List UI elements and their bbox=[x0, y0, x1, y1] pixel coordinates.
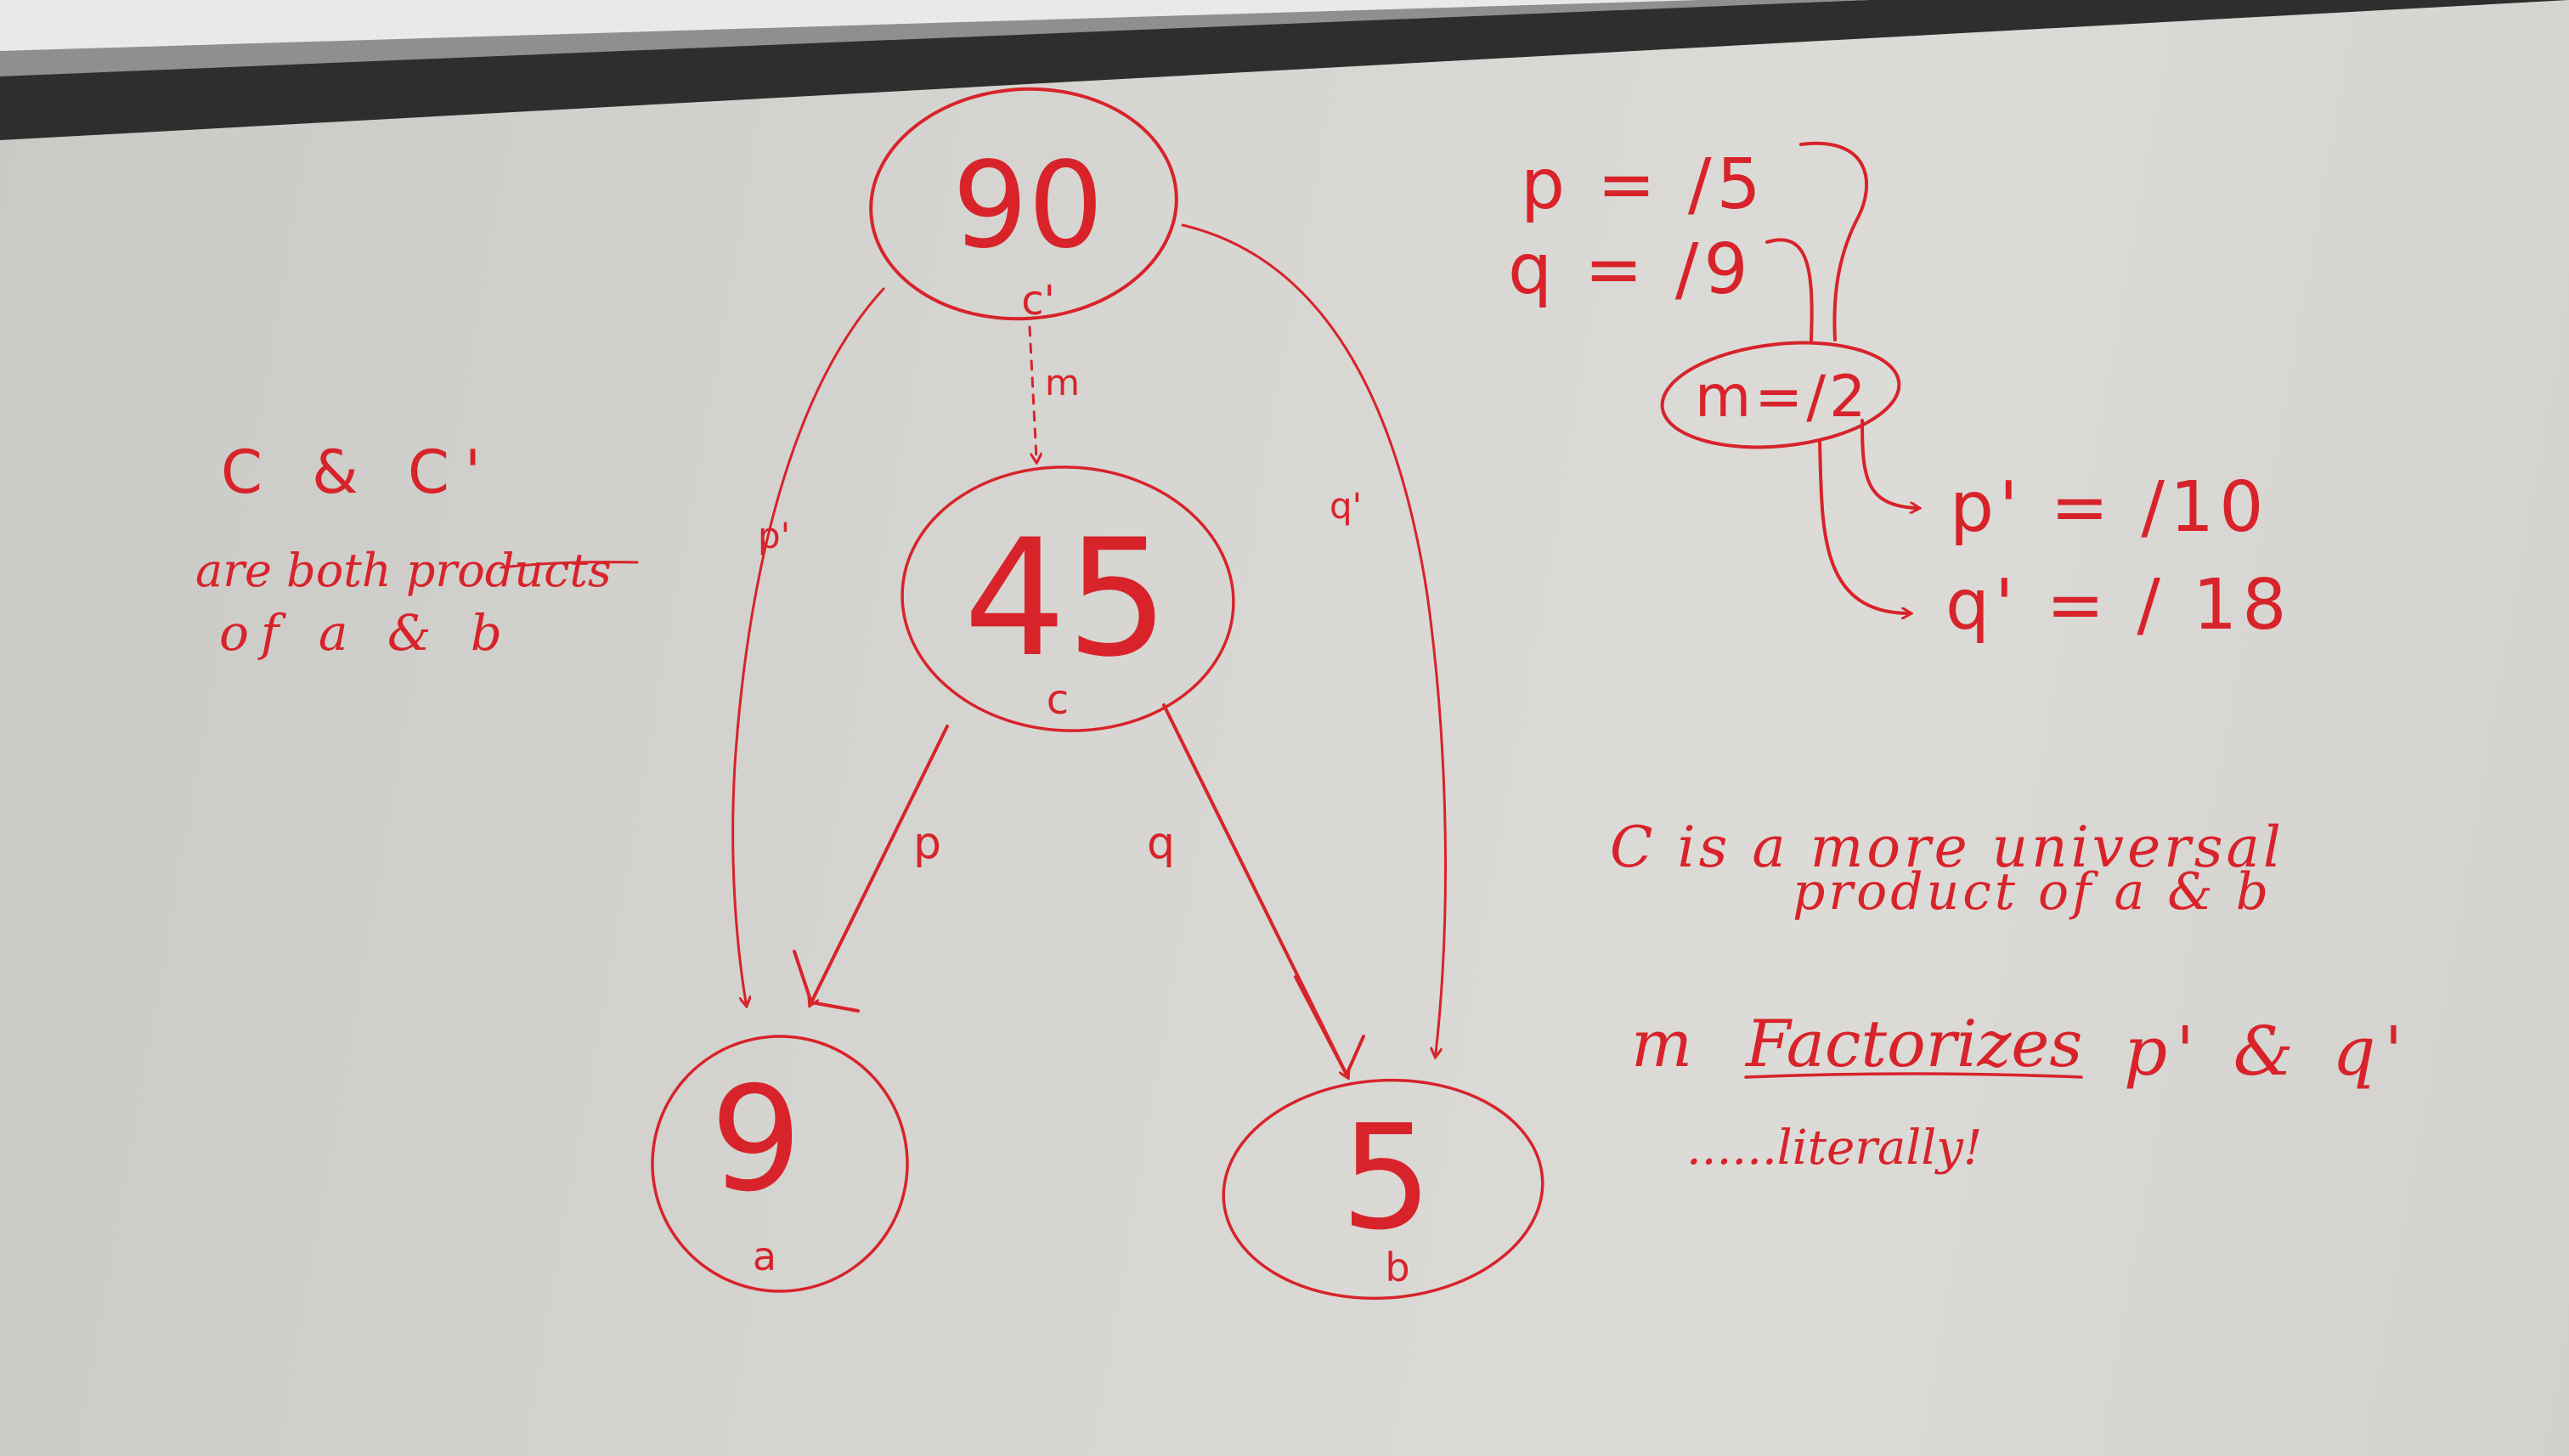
def-p: p = /5 bbox=[1521, 144, 1766, 225]
arrow-p-prime-label: p' bbox=[758, 515, 790, 556]
arrow-q-prime-label: q' bbox=[1330, 485, 1362, 527]
node-top-value: 90 bbox=[952, 137, 1104, 275]
def-m: m=/2 bbox=[1695, 364, 1869, 431]
conclusion-p-q-prime: p' & q' bbox=[2124, 1012, 2411, 1091]
conclusion-line2: product of a & b bbox=[1793, 862, 2272, 922]
arrow-q-label: q bbox=[1147, 818, 1175, 869]
arrow-q: q bbox=[1147, 703, 1365, 1075]
node-left-value: 9 bbox=[710, 1056, 802, 1224]
arrow-m-label: m bbox=[1045, 362, 1080, 404]
node-right-label: b bbox=[1385, 1244, 1409, 1290]
node-top-label: c' bbox=[1021, 277, 1055, 324]
diagram-canvas: 90 c' 45 c 9 a 5 b m p' q' p q C & C' ar… bbox=[195, 87, 2411, 1301]
node-middle: 45 c bbox=[901, 466, 1235, 732]
def-q-connector bbox=[1765, 238, 1814, 341]
left-note: C & C' are both products of a & b bbox=[195, 437, 639, 662]
left-note-line1: C & C' bbox=[221, 437, 496, 507]
node-middle-value: 45 bbox=[963, 505, 1169, 692]
node-right: 5 b bbox=[1222, 1078, 1544, 1301]
m-to-p-prime-arrow bbox=[1860, 419, 1916, 508]
arrow-p-label: p bbox=[913, 818, 941, 869]
def-p-prime: p' = /10 bbox=[1950, 467, 2268, 548]
conclusion-m: m bbox=[1631, 1006, 1692, 1081]
conclusion-factorizes: Factorizes bbox=[1744, 1006, 2082, 1081]
def-q: q = /9 bbox=[1508, 229, 1753, 310]
left-note-line3: of a & b bbox=[219, 604, 514, 662]
arrow-q-prime: q' bbox=[1181, 223, 1447, 1053]
node-left-label: a bbox=[753, 1233, 776, 1279]
arrow-p-prime: p' bbox=[731, 287, 885, 1002]
conclusions: C is a more universal product of a & b m… bbox=[1610, 815, 2411, 1176]
arrow-p: p bbox=[793, 725, 949, 1013]
definitions: p = /5 q = /9 m=/2 p' = /10 q' = / 18 bbox=[1508, 141, 2291, 646]
node-top: 90 c' bbox=[869, 87, 1178, 324]
node-middle-label: c bbox=[1047, 676, 1069, 724]
arrow-m: m bbox=[1028, 325, 1080, 459]
def-q-prime: q' = / 18 bbox=[1945, 565, 2291, 646]
node-right-value: 5 bbox=[1341, 1094, 1432, 1262]
node-left: 9 a bbox=[651, 1035, 909, 1293]
left-note-line2: are both products bbox=[195, 544, 612, 597]
conclusion-line4: ......literally! bbox=[1686, 1120, 1982, 1176]
